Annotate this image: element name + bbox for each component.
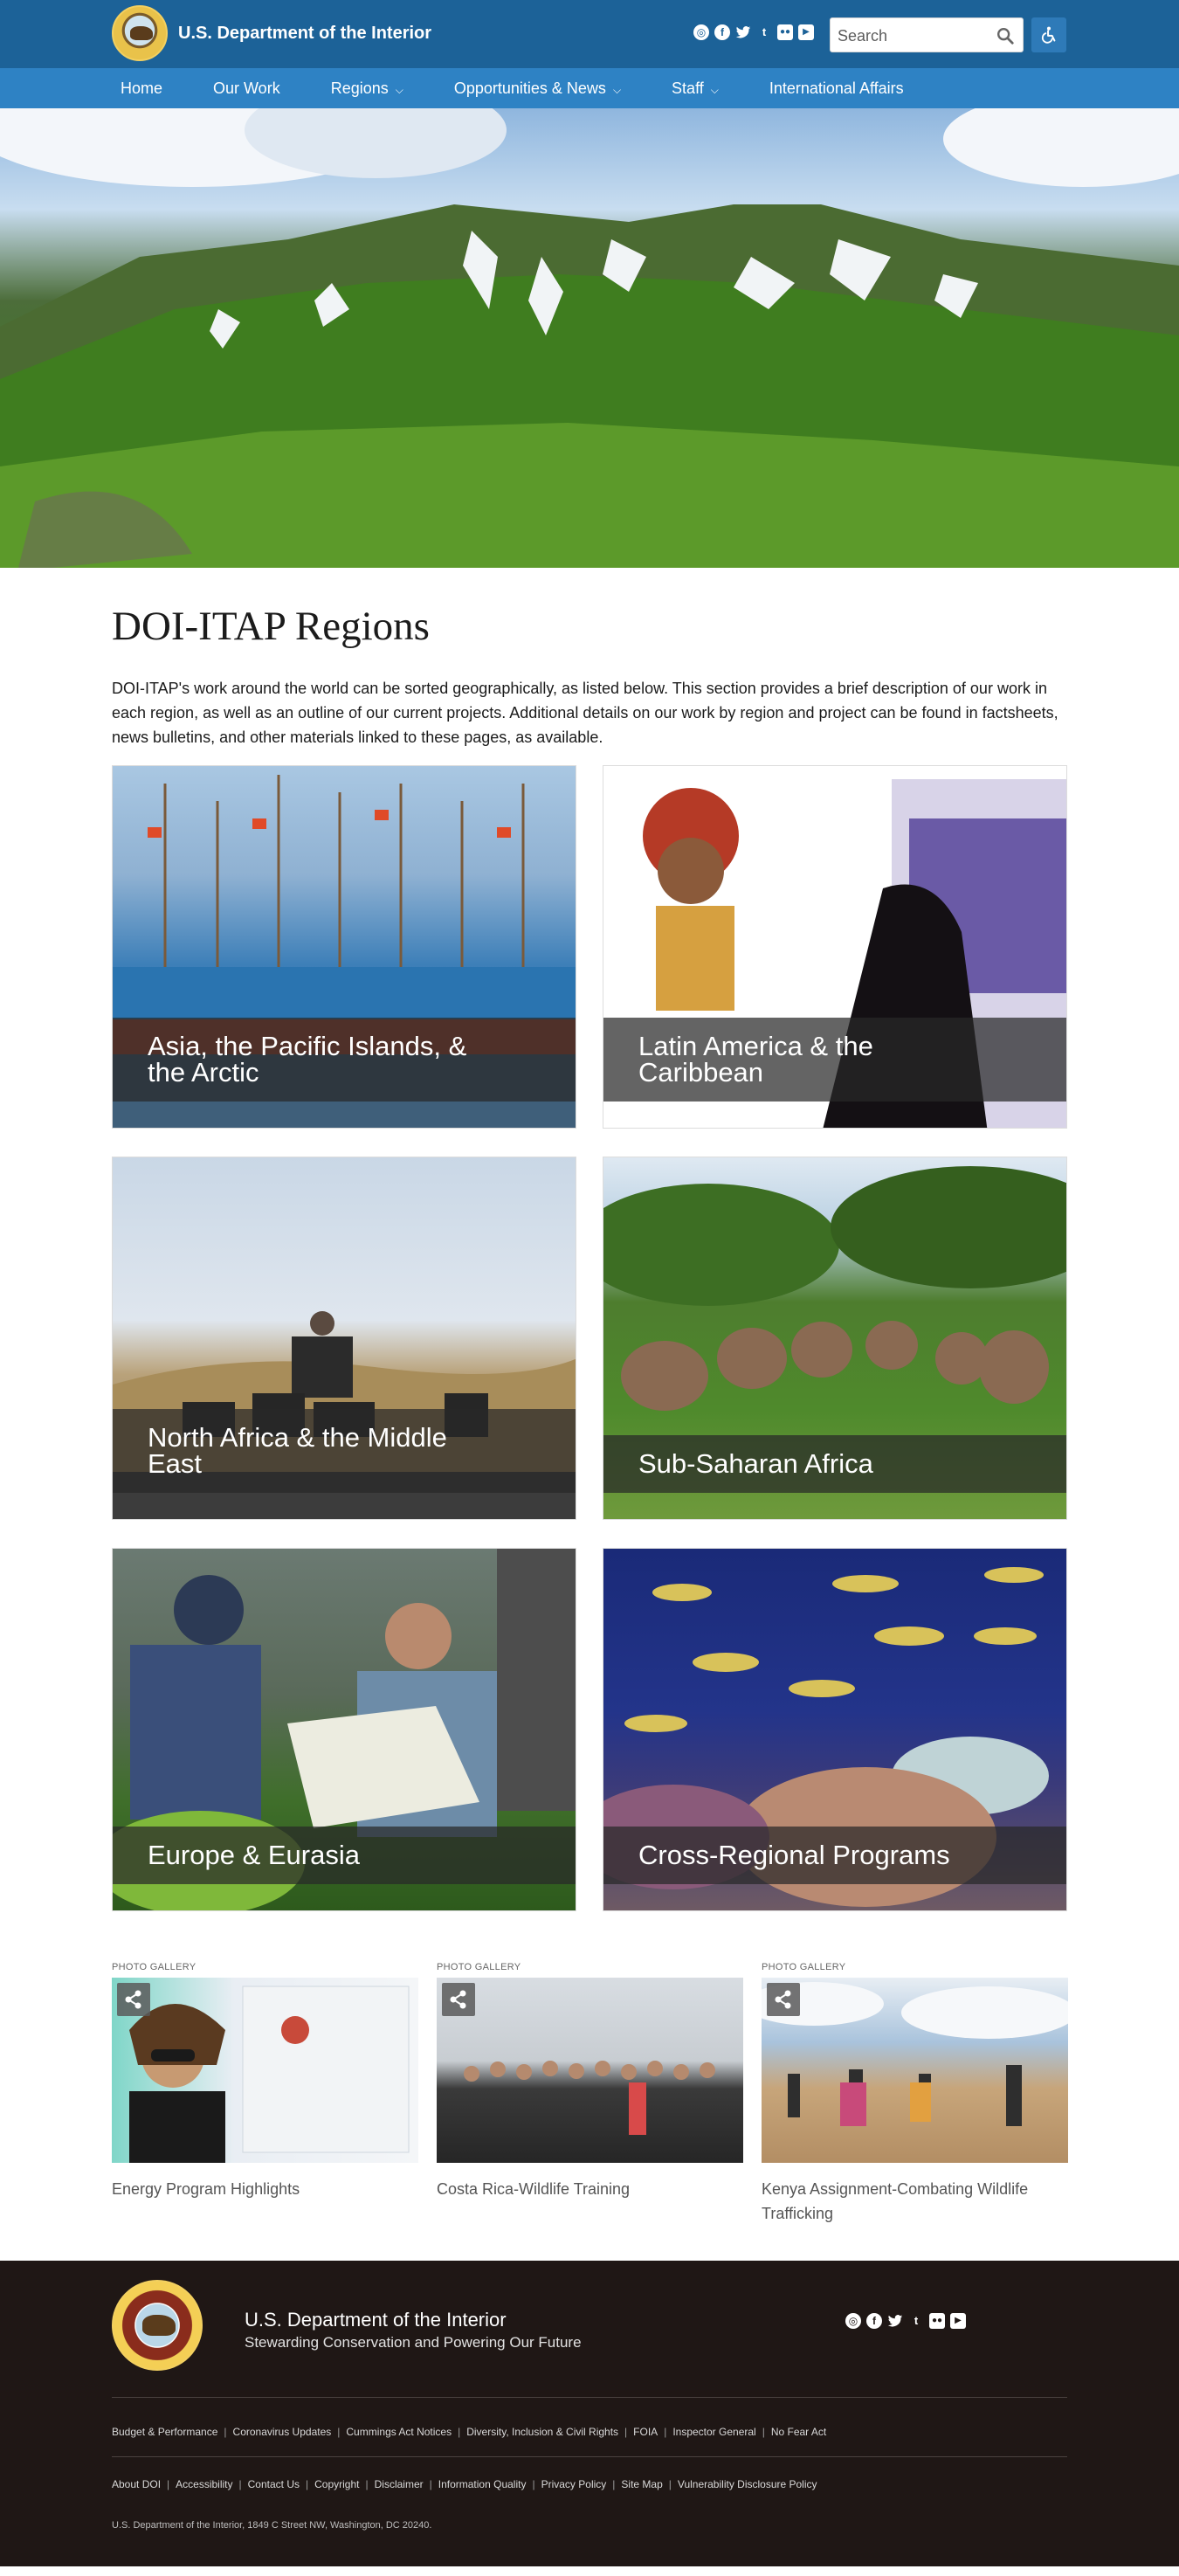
kenya-assignment-photo[interactable] (762, 1978, 1068, 2163)
footer-agency-name: U.S. Department of the Interior (245, 2309, 507, 2331)
gallery-tag: PHOTO GALLERY (437, 1962, 521, 1972)
gallery-card-costa-rica[interactable]: PHOTO GALLERY Costa Rica-Wildlife Traini… (437, 1962, 743, 2226)
region-label: Cross-Regional Programs (603, 1827, 1066, 1884)
flickr-icon[interactable]: ●● (777, 24, 793, 40)
footer-link-privacy[interactable]: Privacy Policy (541, 2478, 607, 2490)
facebook-icon[interactable]: f (714, 24, 730, 40)
region-card-cross-regional-programs[interactable]: Cross-Regional Programs (603, 1548, 1067, 1911)
footer-link-disclaimer[interactable]: Disclaimer (375, 2478, 424, 2490)
intro-paragraph: DOI-ITAP's work around the world can be … (112, 680, 1058, 746)
site-header: U.S. Department of the Interior ◎ f t ●●… (0, 0, 1179, 108)
footer-link-contact[interactable]: Contact Us (248, 2478, 300, 2490)
footer-tagline: Stewarding Conservation and Powering Our… (245, 2334, 582, 2351)
share-icon (125, 1990, 141, 2009)
nav-item-opportunities-news[interactable]: Opportunities & News ⌵ (445, 79, 630, 98)
share-button[interactable] (767, 1983, 800, 2016)
share-button[interactable] (117, 1983, 150, 2016)
region-label: Europe & Eurasia (113, 1827, 576, 1884)
site-title[interactable]: U.S. Department of the Interior (178, 24, 431, 44)
twitter-icon[interactable] (887, 2313, 903, 2329)
search-box (830, 17, 1024, 52)
nav-item-home[interactable]: Home (112, 79, 171, 98)
region-label: Sub-Saharan Africa (603, 1435, 1066, 1493)
share-button[interactable] (442, 1983, 475, 2016)
footer-links-primary: Budget & Performance | Coronavirus Update… (112, 2426, 827, 2438)
gallery-card-kenya[interactable]: PHOTO GALLERY Kenya Assignment-Combating… (762, 1962, 1068, 2226)
gallery-title[interactable]: Kenya Assignment-Combating Wildlife Traf… (762, 2177, 1068, 2226)
chevron-down-icon: ⌵ (395, 83, 403, 96)
share-icon (450, 1990, 466, 2009)
footer-divider (112, 2456, 1067, 2457)
footer-link-coronavirus[interactable]: Coronavirus Updates (233, 2426, 332, 2438)
youtube-icon[interactable]: ▶ (798, 24, 814, 40)
footer-links-secondary: About DOI | Accessibility | Contact Us | Co… (112, 2478, 817, 2490)
main-nav: Home Our Work Regions ⌵ Opportunities & N… (0, 68, 1179, 108)
energy-program-photo[interactable] (112, 1978, 418, 2163)
nav-item-regions[interactable]: Regions ⌵ (322, 79, 412, 98)
tumblr-icon[interactable]: t (756, 24, 772, 40)
gallery-card-energy[interactable]: PHOTO GALLERY Energy Program Highlights (112, 1962, 418, 2226)
gallery-title[interactable]: Costa Rica-Wildlife Training (437, 2177, 743, 2201)
footer-link-vulnerability[interactable]: Vulnerability Disclosure Policy (678, 2478, 817, 2490)
gallery-title[interactable]: Energy Program Highlights (112, 2177, 418, 2201)
footer-link-diversity[interactable]: Diversity, Inclusion & Civil Rights (466, 2426, 618, 2438)
page-title: DOI-ITAP Regions (112, 604, 430, 649)
site-footer: U.S. Department of the Interior Stewardi… (0, 2261, 1179, 2566)
search-input[interactable] (838, 25, 986, 46)
hero-mountain-image (0, 108, 1179, 568)
facebook-icon[interactable]: f (866, 2313, 882, 2329)
header-social-links: ◎ f t ●● ▶ (693, 24, 814, 40)
region-card-sub-saharan-africa[interactable]: Sub-Saharan Africa (603, 1157, 1067, 1520)
main-content: DOI-ITAP Regions DOI-ITAP's work around … (0, 603, 1179, 2226)
chevron-down-icon: ⌵ (710, 83, 719, 96)
share-icon (775, 1990, 791, 2009)
youtube-icon[interactable]: ▶ (950, 2313, 966, 2329)
costa-rica-training-photo[interactable] (437, 1978, 743, 2163)
twitter-icon[interactable] (735, 24, 751, 40)
footer-link-site-map[interactable]: Site Map (621, 2478, 662, 2490)
accessibility-icon (1041, 26, 1056, 44)
region-label: Latin America & the Caribbean (603, 1018, 1066, 1102)
footer-link-foia[interactable]: FOIA (633, 2426, 658, 2438)
top-bar: U.S. Department of the Interior ◎ f t ●●… (0, 0, 1179, 68)
footer-link-accessibility[interactable]: Accessibility (176, 2478, 232, 2490)
footer-divider (112, 2397, 1067, 2398)
region-card-north-africa-middle-east[interactable]: North Africa & the Middle East (112, 1157, 576, 1520)
photo-gallery-section: PHOTO GALLERY Energy Program Highlights … (112, 1962, 1068, 2226)
footer-link-no-fear-act[interactable]: No Fear Act (771, 2426, 826, 2438)
nav-item-international-affairs[interactable]: International Affairs (761, 79, 913, 98)
nav-item-staff[interactable]: Staff ⌵ (663, 79, 727, 98)
mountain-ridge (0, 204, 1179, 568)
doi-seal-logo[interactable] (112, 5, 168, 61)
footer-social-links: ◎ f t ●● ▶ (845, 2313, 966, 2329)
gallery-tag: PHOTO GALLERY (762, 1962, 846, 1972)
footer-link-about[interactable]: About DOI (112, 2478, 161, 2490)
gallery-tag: PHOTO GALLERY (112, 1962, 196, 1972)
regions-grid: Asia, the Pacific Islands, & the Arctic … (112, 765, 1067, 1911)
accessibility-button[interactable] (1031, 17, 1066, 52)
doi-seal-logo[interactable] (112, 2280, 203, 2371)
region-label: Asia, the Pacific Islands, & the Arctic (113, 1018, 576, 1102)
region-card-europe-eurasia[interactable]: Europe & Eurasia (112, 1548, 576, 1911)
instagram-icon[interactable]: ◎ (845, 2313, 861, 2329)
footer-link-copyright[interactable]: Copyright (314, 2478, 359, 2490)
flickr-icon[interactable]: ●● (929, 2313, 945, 2329)
instagram-icon[interactable]: ◎ (693, 24, 709, 40)
region-card-latin-america-caribbean[interactable]: Latin America & the Caribbean (603, 765, 1067, 1129)
footer-link-inspector-general[interactable]: Inspector General (672, 2426, 755, 2438)
footer-link-budget[interactable]: Budget & Performance (112, 2426, 217, 2438)
search-icon[interactable] (996, 26, 1015, 45)
chevron-down-icon: ⌵ (612, 83, 622, 96)
footer-link-information-quality[interactable]: Information Quality (438, 2478, 527, 2490)
footer-link-cummings-act[interactable]: Cummings Act Notices (346, 2426, 452, 2438)
region-card-asia-pacific-arctic[interactable]: Asia, the Pacific Islands, & the Arctic (112, 765, 576, 1129)
nav-item-our-work[interactable]: Our Work (204, 79, 289, 98)
region-label: North Africa & the Middle East (113, 1409, 576, 1493)
footer-address: U.S. Department of the Interior, 1849 C … (112, 2520, 432, 2531)
tumblr-icon[interactable]: t (908, 2313, 924, 2329)
